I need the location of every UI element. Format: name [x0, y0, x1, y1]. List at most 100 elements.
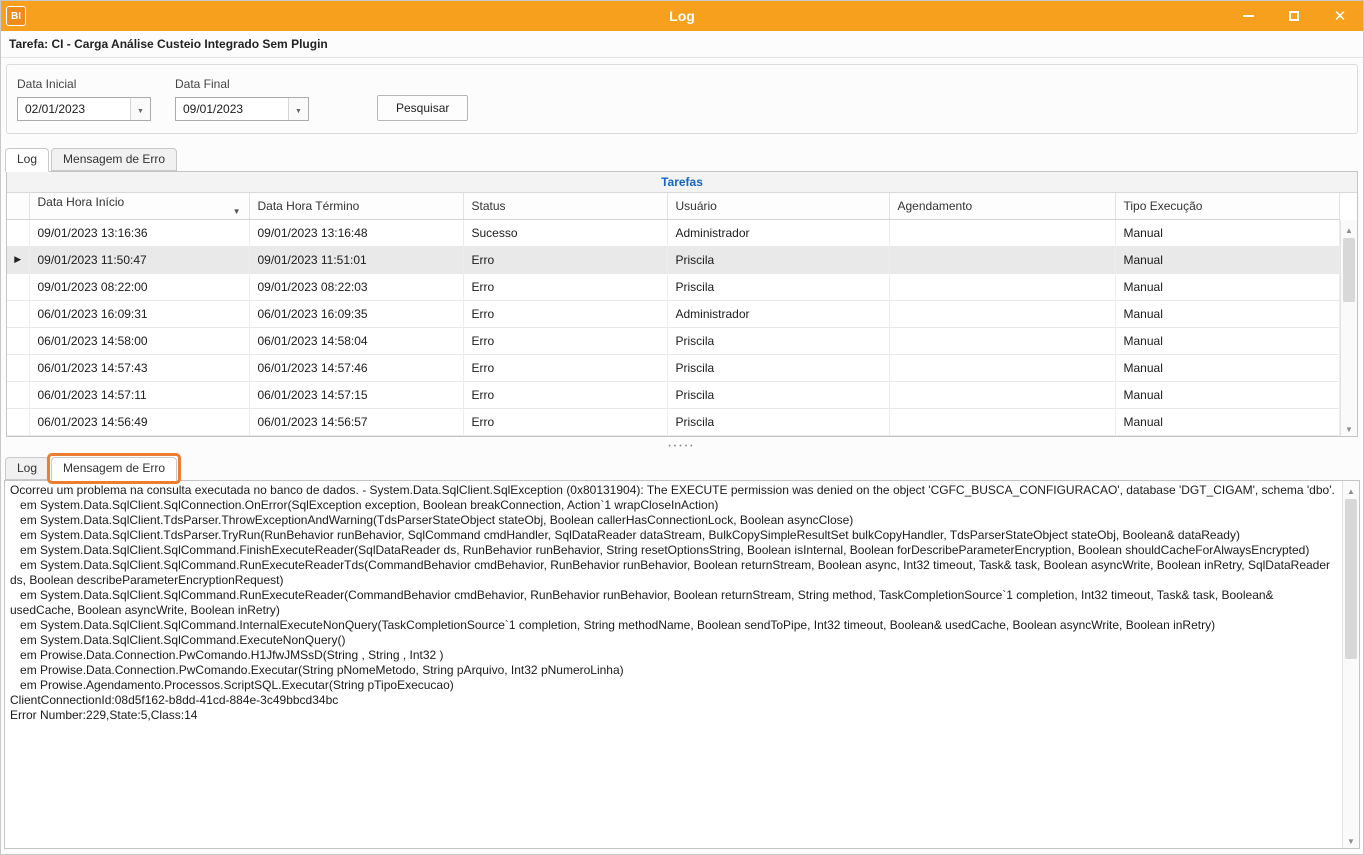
cell-usuario: Priscila — [667, 246, 890, 274]
cell-data-hora-inicio: 06/01/2023 14:57:11 — [29, 381, 250, 409]
cell-tipo-execucao: Manual — [1115, 408, 1340, 436]
data-final-label: Data Final — [175, 77, 230, 91]
grid-vertical-scrollbar[interactable] — [1340, 220, 1357, 436]
table-row[interactable]: ▶ 09/01/2023 11:50:47 09/01/2023 11:51:0… — [7, 246, 1340, 274]
data-final-input[interactable]: 09/01/2023 — [176, 98, 288, 120]
maximize-button[interactable] — [1271, 1, 1317, 31]
filter-groupbox: Data Inicial 02/01/2023 Data Final 09/01… — [6, 64, 1358, 134]
tarefas-table: Data Hora Início Data Hora Término Statu… — [7, 193, 1340, 436]
bottom-tabstrip: Log Mensagem de Erro — [5, 453, 1363, 484]
column-header-label: Data Hora Término — [257, 198, 360, 213]
column-header-data-hora-inicio[interactable]: Data Hora Início — [29, 193, 250, 220]
error-scrollbar-thumb[interactable] — [1345, 499, 1357, 659]
arrow-down-icon — [1347, 833, 1355, 847]
cell-usuario: Administrador — [667, 219, 890, 247]
cell-data-hora-termino: 06/01/2023 14:58:04 — [249, 327, 464, 355]
cell-data-hora-termino: 06/01/2023 14:56:57 — [249, 408, 464, 436]
scroll-down-button[interactable] — [1343, 831, 1359, 848]
cell-tipo-execucao: Manual — [1115, 246, 1340, 274]
cell-status: Sucesso — [463, 219, 668, 247]
tab-mensagem-de-erro-top[interactable]: Mensagem de Erro — [51, 148, 178, 171]
scroll-down-button[interactable] — [1341, 419, 1357, 436]
cell-usuario: Priscila — [667, 273, 890, 301]
row-indicator-cell — [7, 300, 30, 328]
error-vertical-scrollbar[interactable] — [1342, 481, 1359, 848]
tab-mensagem-de-erro-bottom[interactable]: Mensagem de Erro — [47, 453, 182, 484]
window-title: Log — [669, 8, 695, 24]
column-header-status[interactable]: Status — [463, 193, 668, 220]
cell-data-hora-termino: 06/01/2023 14:57:46 — [249, 354, 464, 382]
cell-tipo-execucao: Manual — [1115, 273, 1340, 301]
data-inicial-combo: 02/01/2023 — [17, 97, 151, 121]
cell-data-hora-termino: 09/01/2023 13:16:48 — [249, 219, 464, 247]
table-row[interactable]: 06/01/2023 14:57:43 06/01/2023 14:57:46 … — [7, 354, 1340, 382]
minimize-button[interactable] — [1225, 1, 1271, 31]
cell-tipo-execucao: Manual — [1115, 354, 1340, 382]
row-indicator-cell — [7, 327, 30, 355]
cell-data-hora-inicio: 09/01/2023 11:50:47 — [29, 246, 250, 274]
data-inicial-input[interactable]: 02/01/2023 — [18, 98, 130, 120]
row-indicator-header — [7, 193, 30, 220]
tab-log-top[interactable]: Log — [5, 148, 50, 172]
cell-tipo-execucao: Manual — [1115, 381, 1340, 409]
row-indicator-cell — [7, 381, 30, 409]
cell-data-hora-termino: 09/01/2023 08:22:03 — [249, 273, 464, 301]
grid-scrollbar-thumb[interactable] — [1343, 238, 1355, 302]
table-row[interactable]: 06/01/2023 14:57:11 06/01/2023 14:57:15 … — [7, 381, 1340, 409]
column-header-usuario[interactable]: Usuário — [667, 193, 890, 220]
close-icon — [1334, 9, 1347, 24]
cell-usuario: Priscila — [667, 354, 890, 382]
column-header-label: Tipo Execução — [1123, 198, 1203, 213]
table-row[interactable]: 06/01/2023 14:58:00 06/01/2023 14:58:04 … — [7, 327, 1340, 355]
cell-data-hora-inicio: 06/01/2023 14:58:00 — [29, 327, 250, 355]
cell-agendamento — [889, 273, 1116, 301]
cell-agendamento — [889, 219, 1116, 247]
column-header-label: Usuário — [675, 198, 717, 213]
bi-app-icon-text: BI — [11, 10, 21, 22]
cell-agendamento — [889, 408, 1116, 436]
row-indicator-cell — [7, 273, 30, 301]
table-row[interactable]: 09/01/2023 08:22:00 09/01/2023 08:22:03 … — [7, 273, 1340, 301]
column-header-tipo-execucao[interactable]: Tipo Execução — [1115, 193, 1340, 220]
arrow-down-icon — [1345, 421, 1353, 435]
data-inicial-dropdown-button[interactable] — [130, 98, 150, 120]
cell-data-hora-inicio: 06/01/2023 14:56:49 — [29, 408, 250, 436]
cell-status: Erro — [463, 246, 668, 274]
minimize-icon — [1242, 15, 1254, 17]
column-header-label: Data Hora Início — [37, 194, 125, 209]
task-title: Tarefa: CI - Carga Análise Custeio Integ… — [1, 31, 1363, 58]
cell-status: Erro — [463, 327, 668, 355]
tab-log-bottom[interactable]: Log — [5, 457, 50, 480]
row-indicator-cell — [7, 408, 30, 436]
cell-data-hora-termino: 06/01/2023 16:09:35 — [249, 300, 464, 328]
top-tabstrip: Log Mensagem de Erro — [5, 148, 1363, 172]
splitter-handle[interactable] — [1, 437, 1363, 451]
scroll-up-button[interactable] — [1341, 220, 1357, 237]
table-row[interactable]: 06/01/2023 16:09:31 06/01/2023 16:09:35 … — [7, 300, 1340, 328]
scroll-up-button[interactable] — [1343, 481, 1359, 498]
window-controls — [1225, 1, 1363, 31]
column-header-data-hora-termino[interactable]: Data Hora Término — [249, 193, 464, 220]
row-indicator-cell: ▶ — [7, 246, 30, 274]
data-final-dropdown-button[interactable] — [288, 98, 308, 120]
table-row[interactable]: 06/01/2023 14:56:49 06/01/2023 14:56:57 … — [7, 408, 1340, 436]
data-inicial-field: Data Inicial 02/01/2023 — [17, 77, 151, 121]
bi-app-icon: BI — [6, 6, 26, 26]
close-button[interactable] — [1317, 1, 1363, 31]
error-message-text: Ocorreu um problema na consulta executad… — [10, 483, 1335, 722]
table-body: 09/01/2023 13:16:36 09/01/2023 13:16:48 … — [7, 219, 1340, 436]
cell-tipo-execucao: Manual — [1115, 219, 1340, 247]
pesquisar-button[interactable]: Pesquisar — [377, 95, 469, 121]
cell-agendamento — [889, 327, 1116, 355]
cell-data-hora-termino: 09/01/2023 11:51:01 — [249, 246, 464, 274]
cell-agendamento — [889, 381, 1116, 409]
table-row[interactable]: 09/01/2023 13:16:36 09/01/2023 13:16:48 … — [7, 219, 1340, 247]
cell-status: Erro — [463, 273, 668, 301]
cell-status: Erro — [463, 354, 668, 382]
column-header-label: Status — [471, 198, 506, 213]
chevron-down-icon — [137, 102, 144, 116]
cell-usuario: Administrador — [667, 300, 890, 328]
row-indicator-cell — [7, 354, 30, 382]
column-header-agendamento[interactable]: Agendamento — [889, 193, 1116, 220]
cell-data-hora-inicio: 06/01/2023 16:09:31 — [29, 300, 250, 328]
